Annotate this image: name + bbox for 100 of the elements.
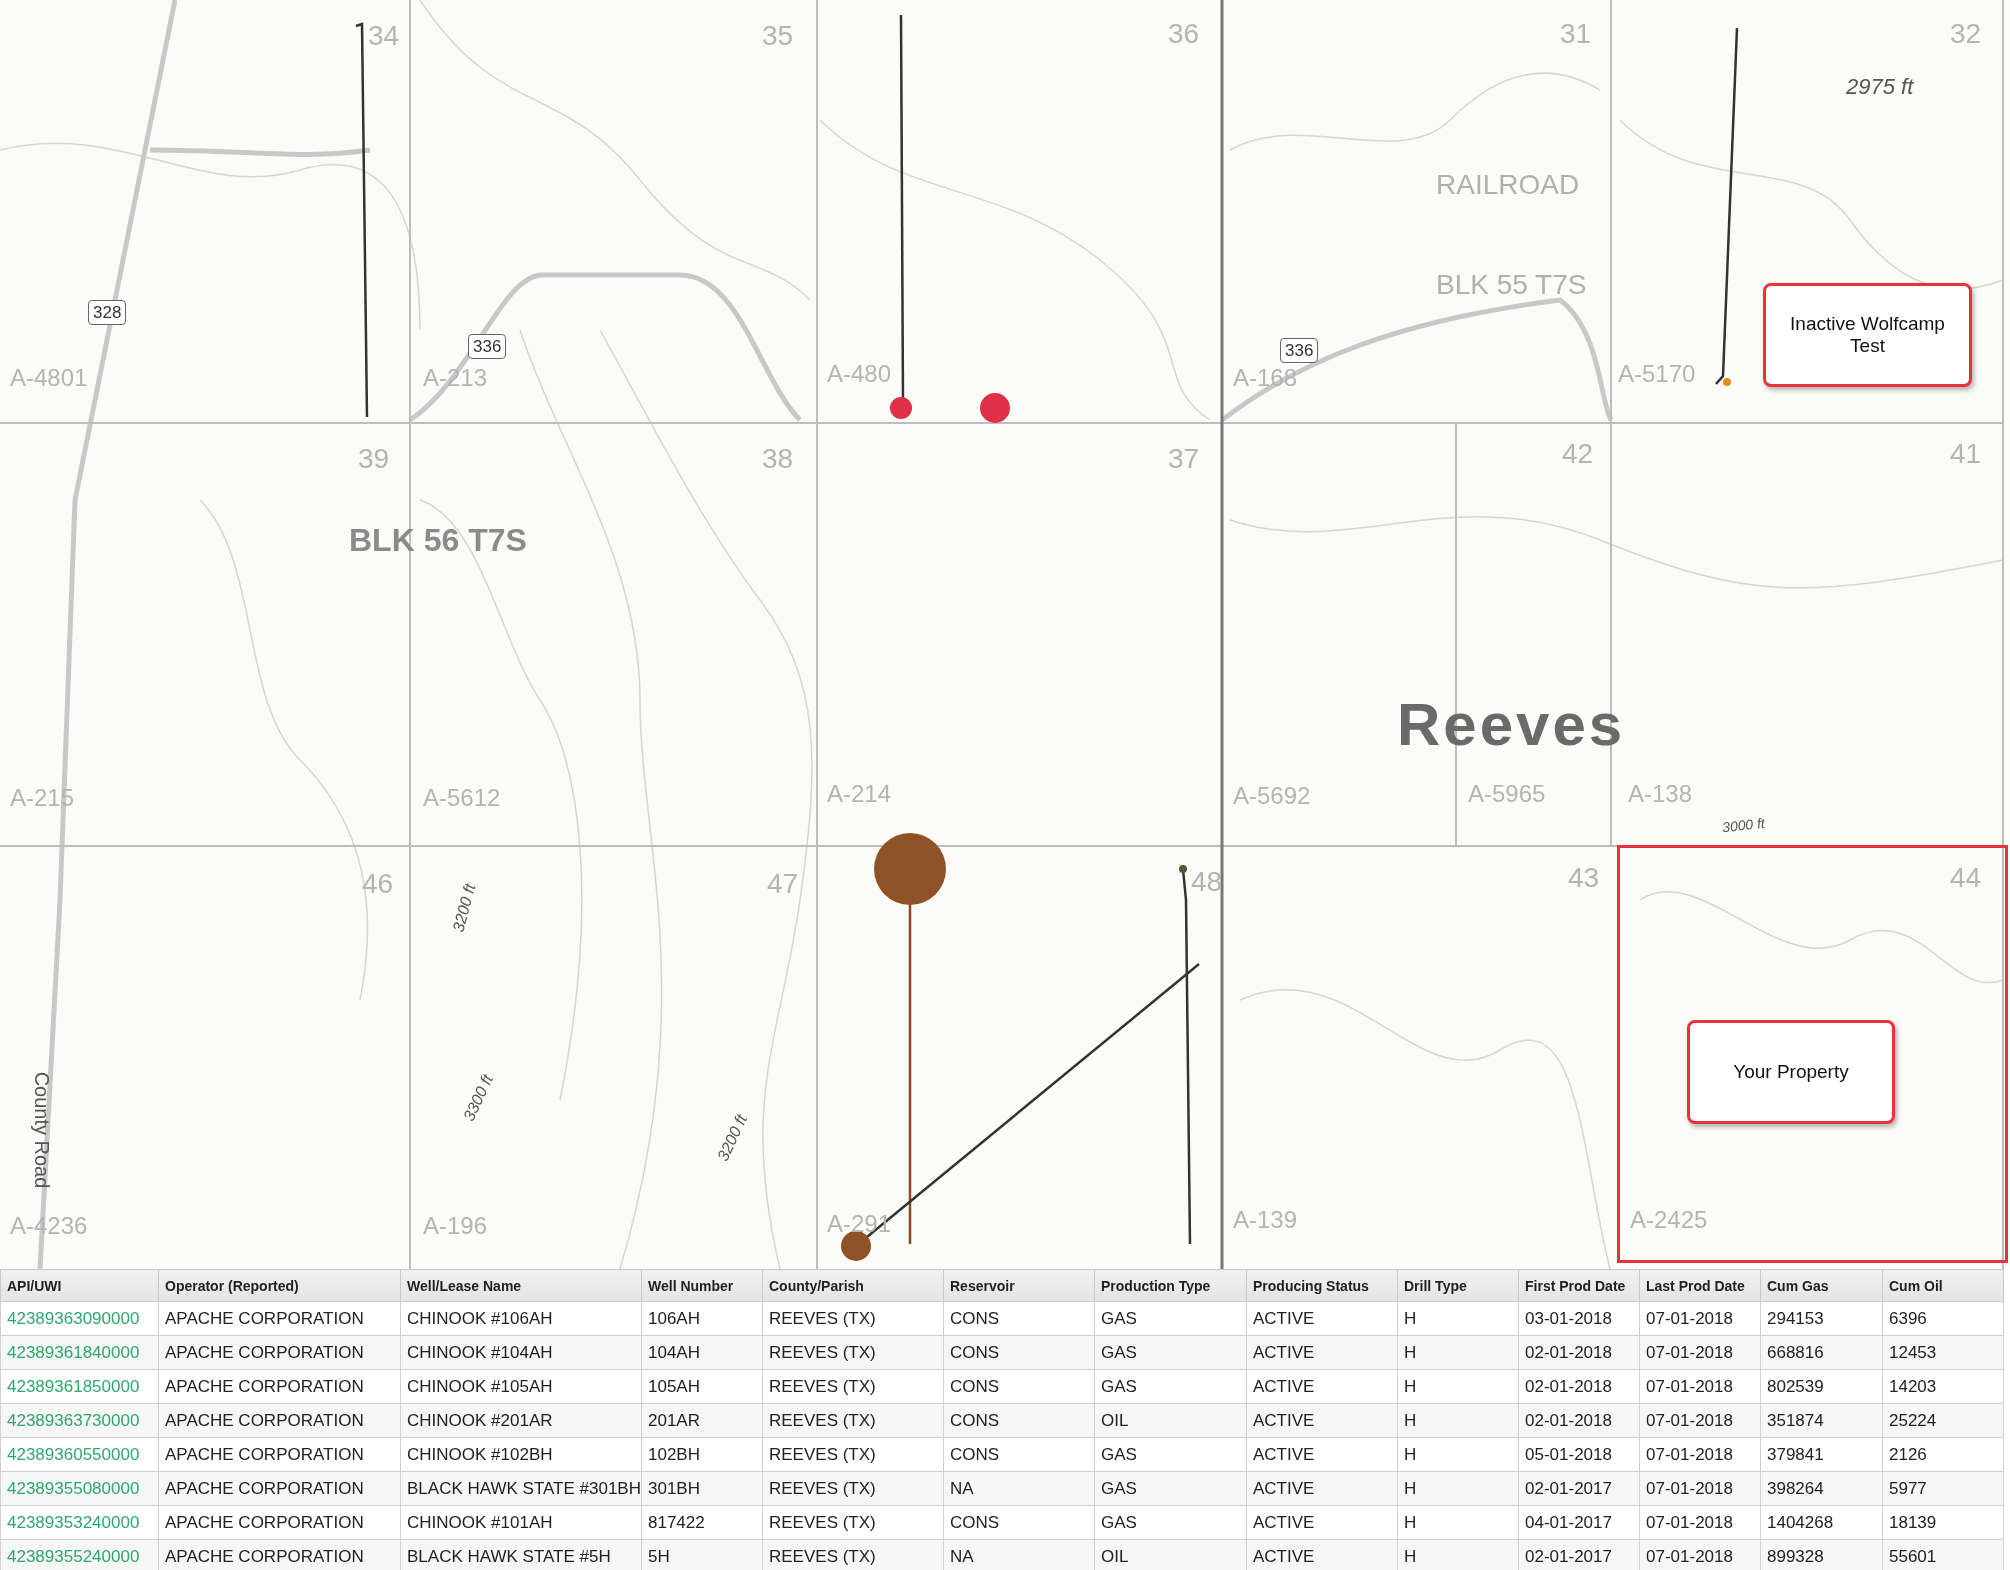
well-marker[interactable] [1723,378,1731,386]
column-header[interactable]: Well Number [641,1269,763,1302]
abstract-label: A-480 [827,362,892,386]
table-cell: GAS [1094,1335,1247,1370]
table-cell: 07-01-2018 [1639,1369,1761,1404]
table-cell: ACTIVE [1246,1437,1398,1472]
well-marker[interactable] [890,397,912,419]
table-cell: 105AH [641,1369,763,1404]
table-cell: ACTIVE [1246,1301,1398,1336]
table-cell: APACHE CORPORATION [158,1437,401,1472]
table-cell: 817422 [641,1505,763,1540]
table-cell: 07-01-2018 [1639,1437,1761,1472]
column-header[interactable]: Cum Oil [1882,1269,2004,1302]
well-marker[interactable] [980,393,1010,423]
column-header[interactable]: Reservoir [943,1269,1095,1302]
abstract-label: A-2425 [1630,1208,1708,1232]
column-header[interactable]: County/Parish [762,1269,944,1302]
column-header[interactable]: Cum Gas [1760,1269,1883,1302]
table-cell: NA [943,1471,1095,1506]
section-number: 34 [368,22,400,50]
table-cell: 1404268 [1760,1505,1883,1540]
column-header[interactable]: Producing Status [1246,1269,1398,1302]
table-cell: APACHE CORPORATION [158,1335,401,1370]
table-cell: H [1397,1403,1519,1438]
abstract-label: A-5170 [1618,362,1696,386]
table-cell: APACHE CORPORATION [158,1471,401,1506]
abstract-label: A-5612 [423,786,501,810]
table-cell: REEVES (TX) [762,1301,944,1336]
section-number: 41 [1950,440,1982,468]
table-cell: H [1397,1505,1519,1540]
section-number: 38 [762,445,794,473]
table-cell: CONS [943,1369,1095,1404]
table-cell: 201AR [641,1403,763,1438]
table-cell: 351874 [1760,1403,1883,1438]
elevation-label: 3200 ft [450,882,479,934]
well-marker[interactable] [841,1231,871,1261]
section-number: 36 [1168,20,1200,48]
abstract-label: A-139 [1233,1208,1298,1232]
abstract-label: A-5692 [1233,784,1311,808]
table-cell: 02-01-2017 [1518,1471,1640,1506]
table-cell: 379841 [1760,1437,1883,1472]
table-cell: REEVES (TX) [762,1335,944,1370]
table-cell: CHINOOK #106AH [400,1301,642,1336]
table-cell: 02-01-2018 [1518,1335,1640,1370]
table-cell: 18139 [1882,1505,2004,1540]
well-marker[interactable] [874,833,946,905]
table-cell: APACHE CORPORATION [158,1403,401,1438]
table-cell: GAS [1094,1369,1247,1404]
table-cell: GAS [1094,1301,1247,1336]
table-cell: 104AH [641,1335,763,1370]
table-cell: 102BH [641,1437,763,1472]
column-header[interactable]: Well/Lease Name [400,1269,642,1302]
abstract-label: A-168 [1233,366,1298,390]
column-header[interactable]: Production Type [1094,1269,1247,1302]
table-cell: REEVES (TX) [762,1403,944,1438]
block-label: BLK 55 T7S [1436,271,1587,299]
table-cell: 6396 [1882,1301,2004,1336]
route-shield: 336 [1280,338,1319,363]
column-header[interactable]: Last Prod Date [1639,1269,1761,1302]
table-cell: 5977 [1882,1471,2004,1506]
section-number: 47 [767,870,799,898]
table-cell: CONS [943,1437,1095,1472]
abstract-label: A-196 [423,1214,488,1238]
table-cell: ACTIVE [1246,1471,1398,1506]
abstract-label: A-4801 [10,366,88,390]
table-cell: CONS [943,1505,1095,1540]
abstract-label: A-5965 [1468,782,1546,806]
callout-label: Inactive Wolfcamp Test [1763,283,1972,387]
section-number: 35 [762,22,794,50]
table-cell: APACHE CORPORATION [158,1505,401,1540]
section-number: 31 [1560,20,1592,48]
table-cell: ACTIVE [1246,1335,1398,1370]
column-header[interactable]: Drill Type [1397,1269,1519,1302]
table-cell: APACHE CORPORATION [158,1369,401,1404]
section-number: 37 [1168,445,1200,473]
table-cell: 668816 [1760,1335,1883,1370]
table-cell: ACTIVE [1246,1369,1398,1404]
elevation-label: 3300 ft [460,1072,497,1124]
column-header[interactable]: Operator (Reported) [158,1269,401,1302]
table-cell: CONS [943,1335,1095,1370]
table-cell: H [1397,1471,1519,1506]
table-cell: CHINOOK #101AH [400,1505,642,1540]
table-cell: GAS [1094,1437,1247,1472]
table-cell: 02-01-2018 [1518,1369,1640,1404]
table-cell: BLACK HAWK STATE #301BH [400,1471,642,1506]
table-cell: 398264 [1760,1471,1883,1506]
abstract-label: A-214 [827,782,892,806]
table-cell: 14203 [1882,1369,2004,1404]
table-cell: 301BH [641,1471,763,1506]
table-cell: CHINOOK #201AR [400,1403,642,1438]
table-cell: ACTIVE [1246,1505,1398,1540]
table-cell: 294153 [1760,1301,1883,1336]
column-header[interactable]: API/UWI [0,1269,159,1302]
table-cell: 25224 [1882,1403,2004,1438]
elevation-label: 3200 ft [714,1112,751,1164]
column-header[interactable]: First Prod Date [1518,1269,1640,1302]
well-marker[interactable] [1179,865,1187,873]
table-cell: REEVES (TX) [762,1505,944,1540]
section-number: 32 [1950,20,1982,48]
road-label: County Road [32,1071,53,1189]
